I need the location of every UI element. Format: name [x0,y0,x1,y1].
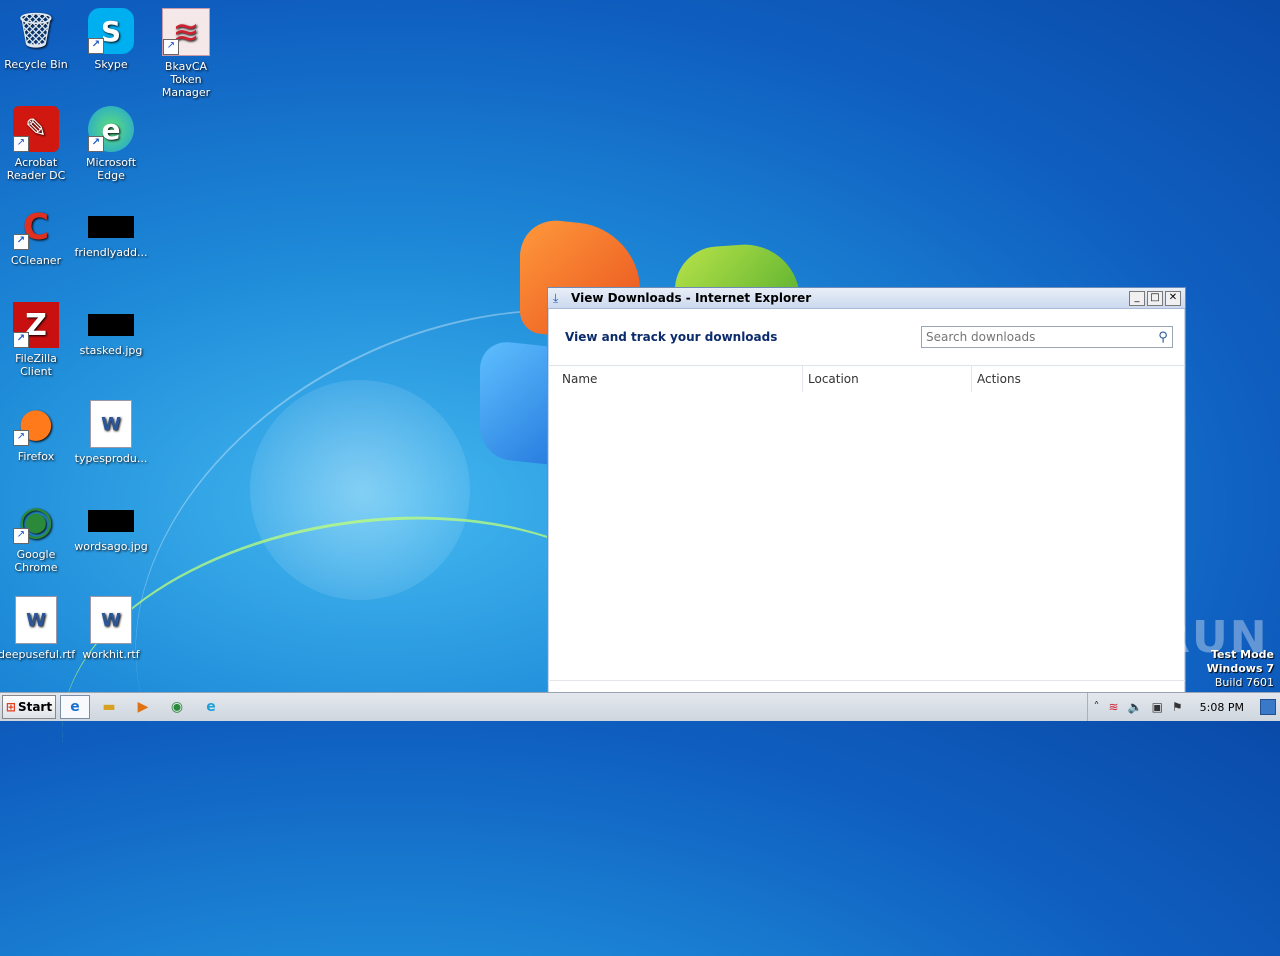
chrome-icon: ◉ ↗ [13,498,59,544]
edge-icon: e ↗ [88,106,134,152]
ie-download-icon: ⤓ [553,291,559,305]
desktop-icon-workhit[interactable]: W workhit.rtf [73,596,149,661]
test-mode-line: Test Mode [1211,648,1274,661]
desktop-icon-label: BkavCA Token Manager [161,60,211,99]
desktop-icon-label: wordsago.jpg [74,540,148,553]
ccleaner-icon: C ↗ [13,204,59,250]
clock[interactable]: 5:08 PM [1200,701,1244,714]
column-header-location[interactable]: Location [803,366,972,392]
desktop-icon-label: Acrobat Reader DC [6,156,66,182]
desktop-icon-chrome[interactable]: ◉ ↗ Google Chrome [0,498,74,574]
word-document-icon: W [90,400,132,448]
downloads-heading: View and track your downloads [565,330,778,344]
shortcut-arrow-icon: ↗ [88,136,104,152]
desktop-icon-edge[interactable]: e ↗ Microsoft Edge [73,106,149,182]
desktop-icon-label: deepuseful.rtf [0,648,76,661]
shortcut-arrow-icon: ↗ [13,528,29,544]
desktop-icon-label: Microsoft Edge [85,156,137,182]
desktop-icon-wordsago[interactable]: wordsago.jpg [73,498,149,553]
close-button[interactable]: ✕ [1165,290,1181,306]
windows-flag-icon: ⊞ [5,700,16,714]
desktop-icon-label: Recycle Bin [4,58,68,71]
shortcut-arrow-icon: ↗ [163,39,179,55]
desktop-icon-ccleaner[interactable]: C ↗ CCleaner [0,204,74,267]
shortcut-arrow-icon: ↗ [13,332,29,348]
word-document-icon: W [90,596,132,644]
search-box[interactable]: ⚲ [921,326,1173,348]
skype-icon: S ↗ [88,8,134,54]
start-button[interactable]: ⊞ Start [2,695,56,719]
chrome-icon: ◉ [170,699,184,715]
desktop-icon-label: stasked.jpg [79,344,143,357]
internet-explorer-icon: e [70,699,80,715]
acrobat-icon: ✎ ↗ [13,106,59,152]
taskbar-chrome[interactable]: ◉ [162,695,192,719]
action-center-flag-icon[interactable]: ⚑ [1172,700,1183,714]
system-tray: ˄ ≋ 🔈 ▣ ⚑ 5:08 PM [1086,693,1280,721]
taskbar-media-player[interactable]: ▶ [128,695,158,719]
edge-icon: e [206,699,216,715]
bkavca-icon: ≋ ↗ [162,8,210,56]
column-header-actions[interactable]: Actions [972,366,1185,392]
desktop-icon-label: CCleaner [10,254,62,267]
shortcut-arrow-icon: ↗ [13,136,29,152]
network-icon[interactable]: ▣ [1152,700,1163,714]
desktop-icon-deepuseful[interactable]: W deepuseful.rtf [0,596,76,661]
volume-icon[interactable]: 🔈 [1128,700,1143,714]
desktop-icon-label: Skype [94,58,128,71]
filezilla-icon: Z ↗ [13,302,59,348]
taskbar-internet-explorer[interactable]: e [60,695,90,719]
file-thumbnail-icon [88,314,134,336]
firefox-icon: ● ↗ [13,400,59,446]
desktop-icon-filezilla[interactable]: Z ↗ FileZilla Client [0,302,74,378]
file-thumbnail-icon [88,216,134,238]
search-input[interactable] [922,328,1154,346]
show-hidden-icons-icon[interactable]: ˄ [1094,700,1100,714]
os-name-line: Windows 7 [1206,662,1274,675]
bkavca-tray-icon[interactable]: ≋ [1109,700,1119,714]
desktop-icon-bkavca[interactable]: ≋ ↗ BkavCA Token Manager [148,8,224,99]
desktop: 🗑 Recycle Bin ✎ ↗ Acrobat Reader DC C ↗ CC… [0,0,1280,956]
window-titlebar[interactable]: ⤓ View Downloads - Internet Explorer _ □… [548,288,1185,309]
recycle-bin-icon: 🗑 [14,10,58,51]
shortcut-arrow-icon: ↗ [88,38,104,54]
show-desktop-button[interactable] [1260,699,1276,715]
desktop-icon-firefox[interactable]: ● ↗ Firefox [0,400,74,463]
folder-icon: ▬ [102,699,116,715]
desktop-icon-typesprodu[interactable]: W typesprodu... [73,400,149,465]
column-header-name[interactable]: Name [548,366,803,392]
shortcut-arrow-icon: ↗ [13,430,29,446]
word-document-icon: W [15,596,57,644]
desktop-icon-skype[interactable]: S ↗ Skype [73,8,149,71]
desktop-icon-label: FileZilla Client [15,352,57,378]
taskbar-file-explorer[interactable]: ▬ [94,695,124,719]
build-line: Build 7601 [1214,676,1274,689]
minimize-button[interactable]: _ [1129,290,1145,306]
search-icon[interactable]: ⚲ [1154,330,1172,345]
desktop-icon-acrobat[interactable]: ✎ ↗ Acrobat Reader DC [0,106,74,182]
desktop-icon-label: workhit.rtf [82,648,140,661]
media-player-icon: ▶ [137,699,149,715]
start-label: Start [17,700,53,714]
desktop-icon-recycle-bin[interactable]: 🗑 Recycle Bin [0,8,74,72]
downloads-header: View and track your downloads ⚲ [548,309,1185,366]
desktop-icon-stasked[interactable]: stasked.jpg [73,302,149,357]
desktop-icon-label: Google Chrome [14,548,58,574]
taskbar: ⊞ Start e ▬ ▶ ◉ e ˄ ≋ 🔈 ▣ ⚑ 5:08 PM [0,692,1280,721]
desktop-icon-label: Firefox [17,450,55,463]
desktop-icon-label: friendlyadd... [74,246,148,259]
desktop-icon-friendlyadd[interactable]: friendlyadd... [73,204,149,259]
maximize-button[interactable]: □ [1147,290,1163,306]
test-mode-notice: Test Mode Windows 7 Build 7601 [1207,648,1274,690]
taskbar-edge[interactable]: e [196,695,226,719]
desktop-icon-label: typesprodu... [74,452,148,465]
downloads-column-headers: Name Location Actions [548,366,1185,392]
window-title: View Downloads - Internet Explorer [571,291,812,305]
file-thumbnail-icon [88,510,134,532]
shortcut-arrow-icon: ↗ [13,234,29,250]
